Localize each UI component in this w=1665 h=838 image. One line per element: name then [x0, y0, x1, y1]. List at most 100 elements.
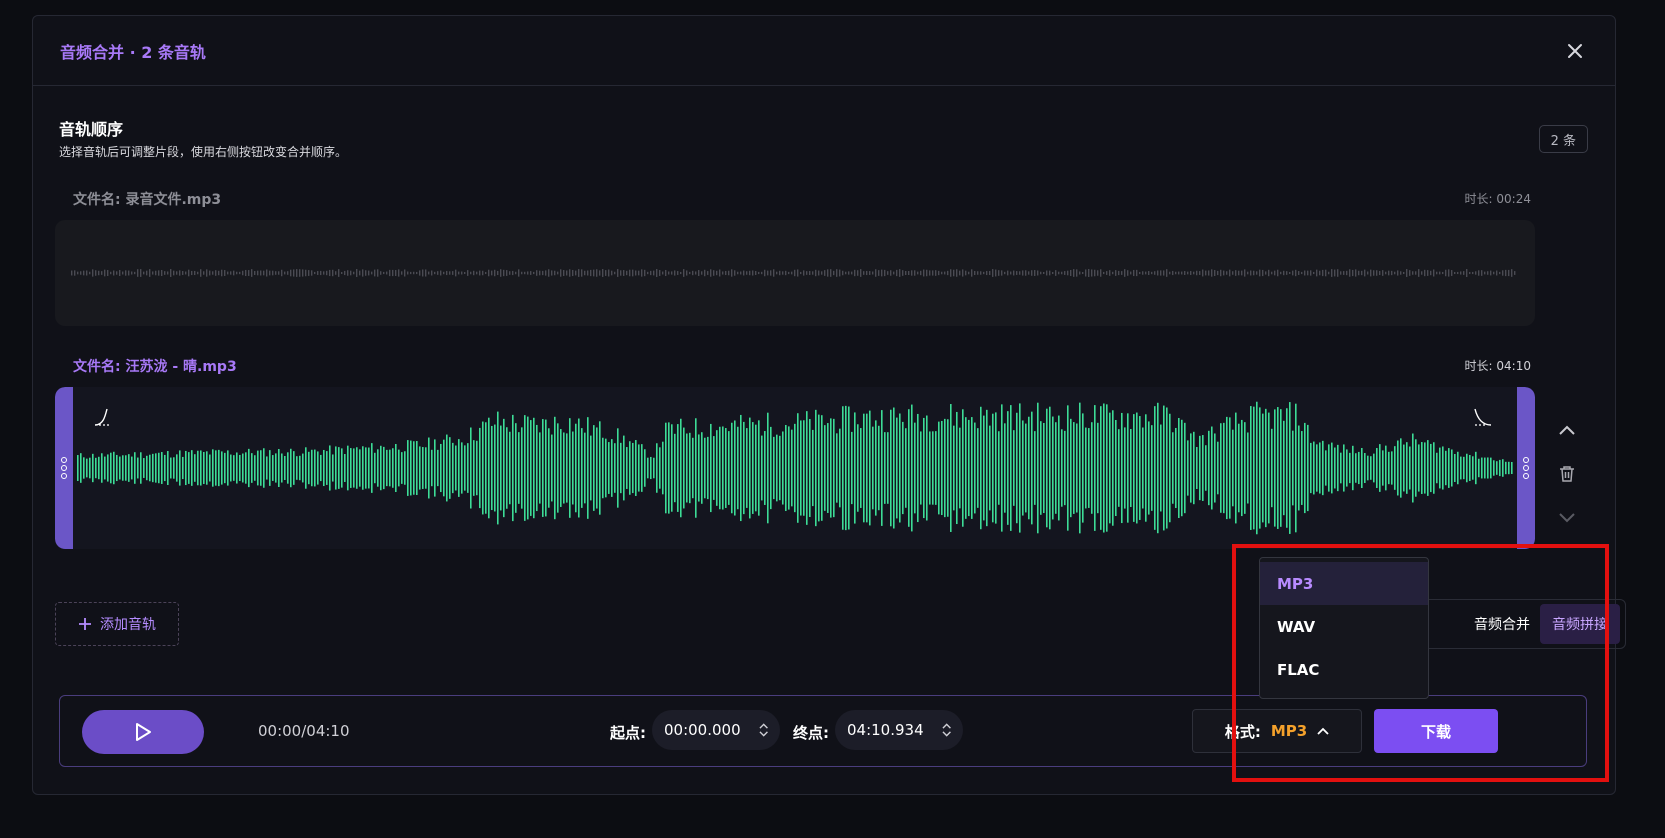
waveform-bar: [719, 426, 721, 510]
waveform-bar: [1118, 270, 1120, 276]
waveform-bar: [386, 449, 388, 487]
waveform-bar: [1259, 269, 1261, 277]
waveform-bar: [920, 270, 922, 276]
move-down-button[interactable]: [1553, 504, 1581, 532]
waveform-bar: [818, 414, 820, 522]
waveform-bar: [1130, 429, 1132, 507]
fade-in-icon[interactable]: [93, 407, 113, 427]
waveform-bar: [83, 457, 85, 479]
waveform-bar: [260, 270, 262, 276]
play-button[interactable]: [82, 710, 204, 754]
waveform-bar: [716, 270, 718, 276]
download-button[interactable]: 下载: [1374, 709, 1498, 753]
waveform-bar: [791, 271, 793, 275]
waveform-bar: [341, 271, 343, 275]
waveform-bar: [122, 455, 124, 481]
track-1-waveform[interactable]: [55, 220, 1535, 326]
mode-merge-option[interactable]: 音频合并: [1474, 614, 1530, 634]
waveform-bar: [749, 270, 751, 276]
waveform-bar: [518, 269, 520, 277]
waveform-bar: [89, 457, 91, 479]
fade-out-icon[interactable]: [1473, 407, 1493, 427]
waveform-bar: [488, 269, 490, 277]
waveform-bar: [1172, 270, 1174, 276]
waveform-bar: [683, 427, 685, 509]
waveform-bar: [620, 442, 622, 494]
waveform-bar: [809, 270, 811, 276]
waveform-bar: [239, 271, 241, 275]
delete-track-button[interactable]: [1553, 460, 1581, 488]
waveform-bar: [845, 271, 847, 275]
waveform-bar: [992, 269, 994, 277]
waveform-bar: [1160, 270, 1162, 276]
waveform-bar: [794, 423, 796, 513]
move-up-button[interactable]: [1553, 416, 1581, 444]
format-option-wav[interactable]: WAV: [1260, 605, 1428, 648]
format-option-flac[interactable]: FLAC: [1260, 648, 1428, 691]
waveform-bar: [665, 422, 667, 514]
waveform-bar: [1352, 445, 1354, 491]
waveform-bar: [1508, 461, 1510, 475]
waveform-bar: [1400, 438, 1402, 498]
waveform-bar: [1037, 402, 1039, 534]
track-2-waveform[interactable]: [55, 387, 1535, 549]
waveform-bar: [320, 270, 322, 276]
waveform-bar: [1196, 270, 1198, 276]
waveform-bar: [875, 420, 877, 516]
waveform-bar: [1466, 453, 1468, 483]
waveform-bar: [155, 453, 157, 483]
waveform-bar: [761, 271, 763, 275]
waveform-bar: [1175, 427, 1177, 509]
waveform-bar: [770, 426, 772, 510]
waveform-bar: [1250, 270, 1252, 276]
waveform-bar: [1403, 444, 1405, 492]
waveform-bar: [215, 450, 217, 486]
close-button[interactable]: [1561, 37, 1589, 65]
waveform-bar: [557, 271, 559, 275]
start-time-input[interactable]: 00:00.000: [652, 710, 780, 750]
waveform-bar: [860, 269, 862, 277]
end-time-input[interactable]: 04:10.934: [835, 710, 963, 750]
chevron-up-icon: [1317, 727, 1329, 735]
waveform-bar: [1421, 442, 1423, 494]
waveform-bar: [1502, 270, 1504, 276]
waveform-bar: [1034, 431, 1036, 505]
waveform-bar: [1142, 271, 1144, 275]
waveform-bar: [1298, 425, 1300, 511]
waveform-bar: [845, 405, 847, 531]
waveform-bar: [836, 269, 838, 277]
waveform-bar: [362, 446, 364, 490]
waveform-bar: [209, 270, 211, 276]
format-option-mp3[interactable]: MP3: [1260, 562, 1428, 605]
waveform-bar: [701, 271, 703, 275]
waveform-bar: [488, 417, 490, 519]
waveform-bar: [878, 270, 880, 276]
waveform-bar: [605, 438, 607, 498]
trim-handle-right[interactable]: [1517, 387, 1535, 549]
waveform-bar: [1499, 271, 1501, 275]
format-select[interactable]: 格式: MP3: [1192, 709, 1362, 753]
waveform-bar: [923, 269, 925, 277]
waveform-bar: [191, 270, 193, 276]
mode-concat-option[interactable]: 音频拼接: [1540, 604, 1620, 644]
waveform-bar: [548, 269, 550, 277]
waveform-bar: [404, 269, 406, 277]
waveform-bar: [1484, 457, 1486, 479]
waveform-bar: [440, 270, 442, 276]
waveform-bar: [1055, 270, 1057, 276]
waveform-bar: [1394, 446, 1396, 490]
waveform-bar: [80, 453, 82, 483]
trim-handle-left[interactable]: [55, 387, 73, 549]
waveform-bar: [452, 271, 454, 275]
waveform-bar: [1259, 407, 1261, 529]
waveform-bar: [1043, 422, 1045, 514]
waveform-bar: [1244, 269, 1246, 277]
waveform-bar: [518, 432, 520, 504]
waveform-bar: [344, 270, 346, 276]
waveform-bar: [1331, 269, 1333, 277]
waveform-bar: [1472, 271, 1474, 275]
waveform-bar: [497, 411, 499, 525]
waveform-bar: [137, 457, 139, 479]
add-track-button[interactable]: 添加音轨: [55, 602, 179, 646]
waveform-bar: [458, 439, 460, 497]
